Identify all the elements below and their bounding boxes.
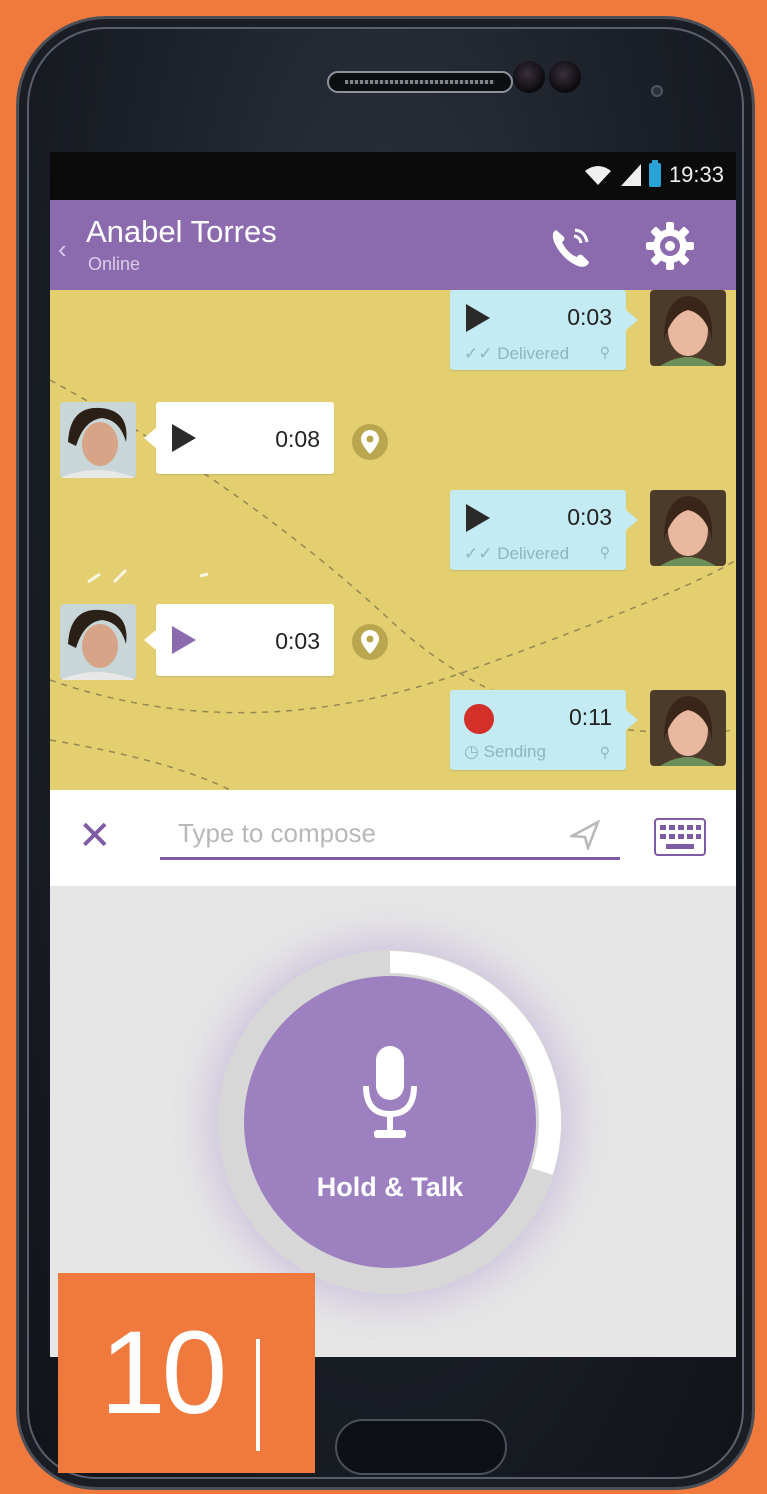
- keyboard-icon[interactable]: [654, 818, 706, 856]
- hold-and-talk-label: Hold & Talk: [316, 1172, 464, 1202]
- sending-status-text: Sending: [483, 742, 546, 761]
- status-bar: 19:33: [50, 152, 736, 200]
- contact-avatar-anabel[interactable]: [650, 490, 726, 566]
- chat-header: ‹ Anabel Torres Online: [50, 200, 736, 290]
- location-pin-icon: ⚲: [599, 744, 610, 760]
- front-camera: [651, 85, 663, 97]
- earpiece-speaker: [327, 71, 513, 93]
- microphone-icon: [363, 1046, 417, 1138]
- chat-thread[interactable]: 0:03 ✓✓ Delivered ⚲ 0:08 0:03 ✓✓ Deliver…: [50, 290, 736, 790]
- proximity-sensor: [513, 61, 545, 93]
- message-duration: 0:08: [275, 426, 320, 452]
- message-bubble-outgoing[interactable]: 0:03 ✓✓ Delivered ⚲: [450, 490, 638, 570]
- contact-status: Online: [88, 254, 141, 274]
- light-sensor: [549, 61, 581, 93]
- send-icon[interactable]: [570, 820, 600, 850]
- cursor-bar: [256, 1339, 260, 1451]
- battery-icon: [648, 160, 661, 187]
- message-bubble-outgoing[interactable]: 0:03 ✓✓ Delivered ⚲: [450, 290, 638, 370]
- delivery-status: ✓✓ Delivered: [464, 544, 570, 563]
- location-pin-icon[interactable]: [352, 424, 388, 460]
- message-duration: 0:11: [568, 704, 612, 730]
- close-icon[interactable]: ✕: [78, 814, 112, 858]
- user-avatar[interactable]: [60, 604, 136, 680]
- wifi-icon: [584, 166, 611, 185]
- play-icon[interactable]: [172, 626, 196, 654]
- status-time: 19:33: [668, 162, 724, 187]
- compose-input[interactable]: [160, 810, 620, 860]
- location-pin-icon[interactable]: [352, 624, 388, 660]
- message-bubble-sending[interactable]: 0:11 ◷ Sending ⚲: [450, 690, 638, 770]
- delivery-status-text: Delivered: [497, 344, 570, 363]
- call-icon[interactable]: [546, 222, 596, 272]
- location-pin-icon: ⚲: [599, 544, 610, 560]
- settings-gear-icon[interactable]: [644, 220, 696, 272]
- hold-and-talk-button[interactable]: Hold & Talk: [244, 976, 536, 1268]
- message-bubble-incoming[interactable]: 0:08: [144, 402, 334, 474]
- signal-icon: [620, 164, 641, 186]
- user-avatar[interactable]: [60, 402, 136, 478]
- message-duration: 0:03: [567, 504, 612, 530]
- play-icon[interactable]: [466, 304, 490, 332]
- recording-progress-ring: Hold & Talk: [218, 950, 562, 1294]
- contact-avatar-anabel[interactable]: [650, 690, 726, 766]
- back-arrow-icon[interactable]: ‹: [58, 234, 67, 265]
- recording-dot-icon: [464, 704, 494, 734]
- contact-avatar-anabel[interactable]: [650, 290, 726, 366]
- contact-name[interactable]: Anabel Torres: [86, 214, 277, 250]
- phone-screen: 19:33 ‹ Anabel Torres Online 0:03 ✓✓ Del…: [50, 152, 736, 1357]
- message-duration: 0:03: [275, 628, 320, 654]
- message-duration: 0:03: [567, 304, 612, 330]
- sending-status: ◷ Sending: [464, 742, 546, 761]
- slide-number-badge: 10: [58, 1273, 315, 1473]
- delivery-status: ✓✓ Delivered: [464, 344, 570, 363]
- location-pin-icon: ⚲: [599, 344, 610, 360]
- home-button[interactable]: [335, 1419, 507, 1475]
- compose-bar: ✕: [50, 790, 736, 886]
- delivery-status-text: Delivered: [497, 544, 570, 563]
- play-icon[interactable]: [466, 504, 490, 532]
- slide-number: 10: [100, 1307, 227, 1439]
- play-icon[interactable]: [172, 424, 196, 452]
- message-bubble-incoming[interactable]: 0:03: [144, 604, 334, 676]
